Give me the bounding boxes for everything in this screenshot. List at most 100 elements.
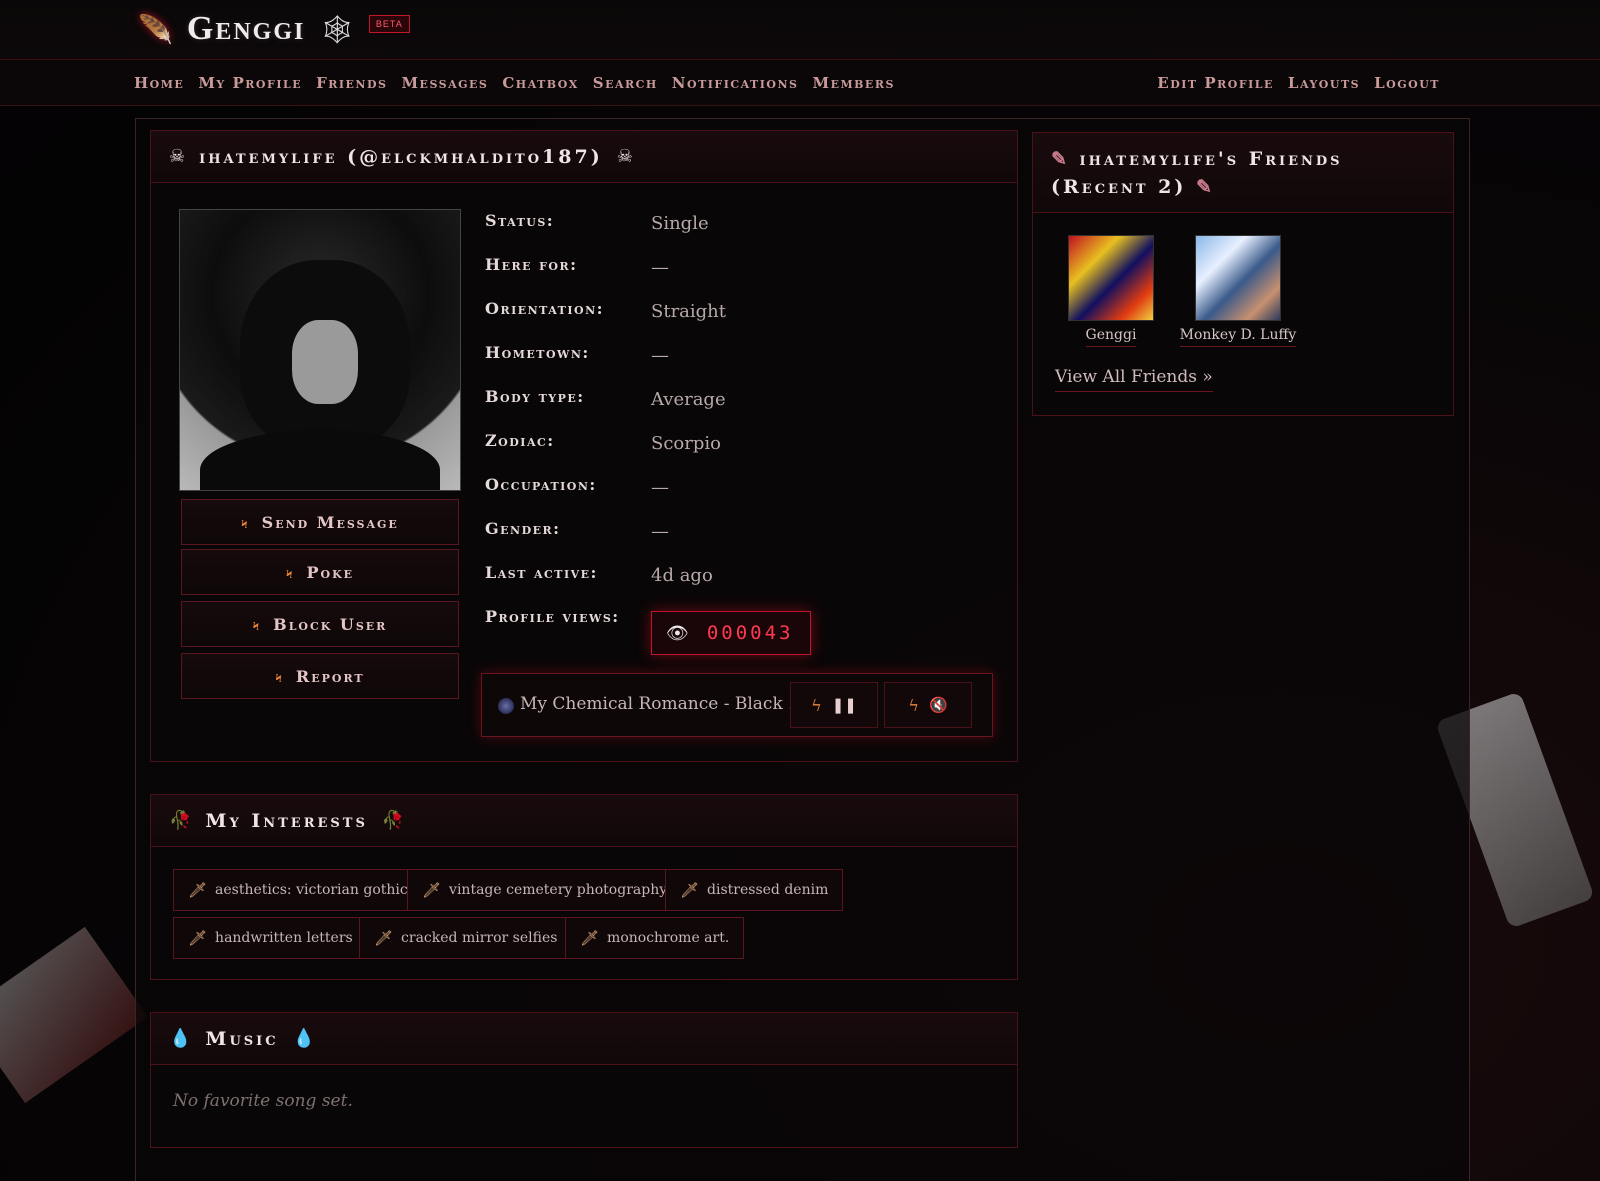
lightning-bolt-icon: ϟ <box>241 512 250 532</box>
interest-label: aesthetics: victorian gothic <box>215 882 408 898</box>
main-nav: Home My Profile Friends Messages Chatbox… <box>0 60 1600 106</box>
interest-label: handwritten letters <box>215 930 353 946</box>
profile-panel: ☠ ihatemylife (@elckmhaldito187) ☠ ϟ Sen… <box>150 130 1018 762</box>
nav-messages[interactable]: Messages <box>401 74 488 92</box>
detail-label: Gender: <box>485 519 561 538</box>
detail-last-active: Last active: 4d ago <box>485 559 985 603</box>
beta-badge: BETA <box>368 15 410 33</box>
detail-value: Average <box>651 389 726 410</box>
detail-value: — <box>651 257 669 278</box>
pause-button[interactable]: ϟ ❚❚ <box>790 682 878 728</box>
detail-label: Profile views: <box>485 607 620 626</box>
friends-title: ✎ ihatemylife's Friends (Recent 2) ✎ <box>1051 145 1431 201</box>
nav-search[interactable]: Search <box>593 74 658 92</box>
dagger-icon: 🗡 <box>580 929 600 947</box>
detail-status: Status: Single <box>485 207 985 251</box>
nav-home[interactable]: Home <box>134 74 184 92</box>
rose-icon: 🥀 <box>381 810 405 831</box>
photo-shirt <box>200 430 440 490</box>
block-user-label: Block User <box>273 614 388 634</box>
lightning-bolt-icon: ϟ <box>285 562 295 582</box>
detail-value: 4d ago <box>651 565 713 586</box>
lightning-bolt-icon: ϟ <box>252 614 262 634</box>
detail-hometown: Hometown: — <box>485 339 985 383</box>
interest-label: monochrome art. <box>607 930 730 946</box>
nav-left: Home My Profile Friends Messages Chatbox… <box>134 60 895 106</box>
music-title: Music <box>205 1027 279 1050</box>
friend-name[interactable]: Monkey D. Luffy <box>1179 327 1297 347</box>
brand[interactable]: 🪶 Genggi 🕸 BETA <box>138 4 410 54</box>
mute-button[interactable]: ϟ 🔇 <box>884 682 972 728</box>
nav-layouts[interactable]: Layouts <box>1288 74 1360 92</box>
photo-face <box>292 320 358 404</box>
track-title: My Chemical Romance - Black ... <box>520 694 805 714</box>
interests-title: My Interests <box>205 809 368 832</box>
views-count: 000043 <box>706 622 794 644</box>
poke-button[interactable]: ϟ Poke <box>181 549 459 595</box>
interest-tag[interactable]: 🗡 vintage cemetery photography <box>407 869 683 911</box>
nav-logout[interactable]: Logout <box>1374 74 1440 92</box>
friends-header: ✎ ihatemylife's Friends (Recent 2) ✎ <box>1033 133 1453 213</box>
report-label: Report <box>295 666 365 686</box>
profile-header: ☠ ihatemylife (@elckmhaldito187) ☠ <box>151 131 1017 183</box>
send-message-label: Send Message <box>261 512 399 532</box>
interest-label: vintage cemetery photography <box>449 882 668 898</box>
skull-crossbones-icon: ☠ <box>616 146 633 167</box>
friend-avatar[interactable] <box>1068 235 1154 321</box>
detail-here-for: Here for: — <box>485 251 985 295</box>
nav-notifications[interactable]: Notifications <box>672 74 799 92</box>
interest-tag[interactable]: 🗡 distressed denim <box>665 869 844 911</box>
detail-orientation: Orientation: Straight <box>485 295 985 339</box>
friend-card[interactable]: Monkey D. Luffy <box>1173 235 1303 347</box>
detail-label: Last active: <box>485 563 598 582</box>
friend-card[interactable]: Genggi <box>1051 235 1171 347</box>
nav-friends[interactable]: Friends <box>316 74 387 92</box>
detail-label: Status: <box>485 211 555 230</box>
send-message-button[interactable]: ϟ Send Message <box>181 499 459 545</box>
interest-tag[interactable]: 🗡 monochrome art. <box>565 917 745 959</box>
poke-label: Poke <box>306 562 355 582</box>
friend-name[interactable]: Genggi <box>1085 327 1137 347</box>
report-button[interactable]: ϟ Report <box>181 653 459 699</box>
eye-icon: 👁 <box>666 622 689 644</box>
nav-my-profile[interactable]: My Profile <box>198 74 302 92</box>
interest-tag[interactable]: 🗡 cracked mirror selfies <box>359 917 573 959</box>
detail-value: — <box>651 521 669 542</box>
nav-edit-profile[interactable]: Edit Profile <box>1157 74 1274 92</box>
detail-value: Scorpio <box>651 433 721 454</box>
lightning-bolt-icon: ϟ <box>811 695 822 715</box>
view-all-friends-link[interactable]: View All Friends » <box>1055 367 1213 392</box>
pause-icon: ❚❚ <box>831 696 857 714</box>
interests-header: 🥀 My Interests 🥀 <box>151 795 1017 847</box>
blood-drop-icon: 💧 <box>169 1028 192 1049</box>
detail-value: Single <box>651 213 709 234</box>
friends-panel: ✎ ihatemylife's Friends (Recent 2) ✎ Gen… <box>1032 132 1454 416</box>
detail-value: Straight <box>651 301 727 322</box>
skull-crossbones-icon: ☠ <box>169 146 186 167</box>
profile-photo <box>179 209 461 491</box>
nav-members[interactable]: Members <box>812 74 894 92</box>
detail-label: Here for: <box>485 255 578 274</box>
quill-icon: 🪶 <box>138 12 173 46</box>
dagger-icon: 🗡 <box>188 881 208 899</box>
background-decoration <box>0 926 148 1104</box>
friend-avatar[interactable] <box>1195 235 1281 321</box>
interests-panel: 🥀 My Interests 🥀 🗡 aesthetics: victorian… <box>150 794 1018 980</box>
interest-tag[interactable]: 🗡 handwritten letters <box>173 917 368 959</box>
brand-name: Genggi <box>186 10 306 47</box>
interest-tag[interactable]: 🗡 aesthetics: victorian gothic <box>173 869 423 911</box>
feather-icon: ✎ <box>1051 148 1070 170</box>
profile-title: ihatemylife (@elckmhaldito187) <box>199 145 603 168</box>
music-panel: 💧 Music 💧 No favorite song set. <box>150 1012 1018 1148</box>
dagger-icon: 🗡 <box>422 881 442 899</box>
detail-value: — <box>651 345 669 366</box>
nav-chatbox[interactable]: Chatbox <box>502 74 578 92</box>
block-user-button[interactable]: ϟ Block User <box>181 601 459 647</box>
detail-label: Orientation: <box>485 299 605 318</box>
interest-label: cracked mirror selfies <box>401 930 558 946</box>
mute-icon: 🔇 <box>928 696 948 714</box>
lightning-bolt-icon: ϟ <box>275 666 284 686</box>
rose-icon: 🥀 <box>169 810 192 831</box>
site-header: 🪶 Genggi 🕸 BETA <box>0 0 1600 60</box>
nav-right: Edit Profile Layouts Logout <box>1157 60 1440 106</box>
